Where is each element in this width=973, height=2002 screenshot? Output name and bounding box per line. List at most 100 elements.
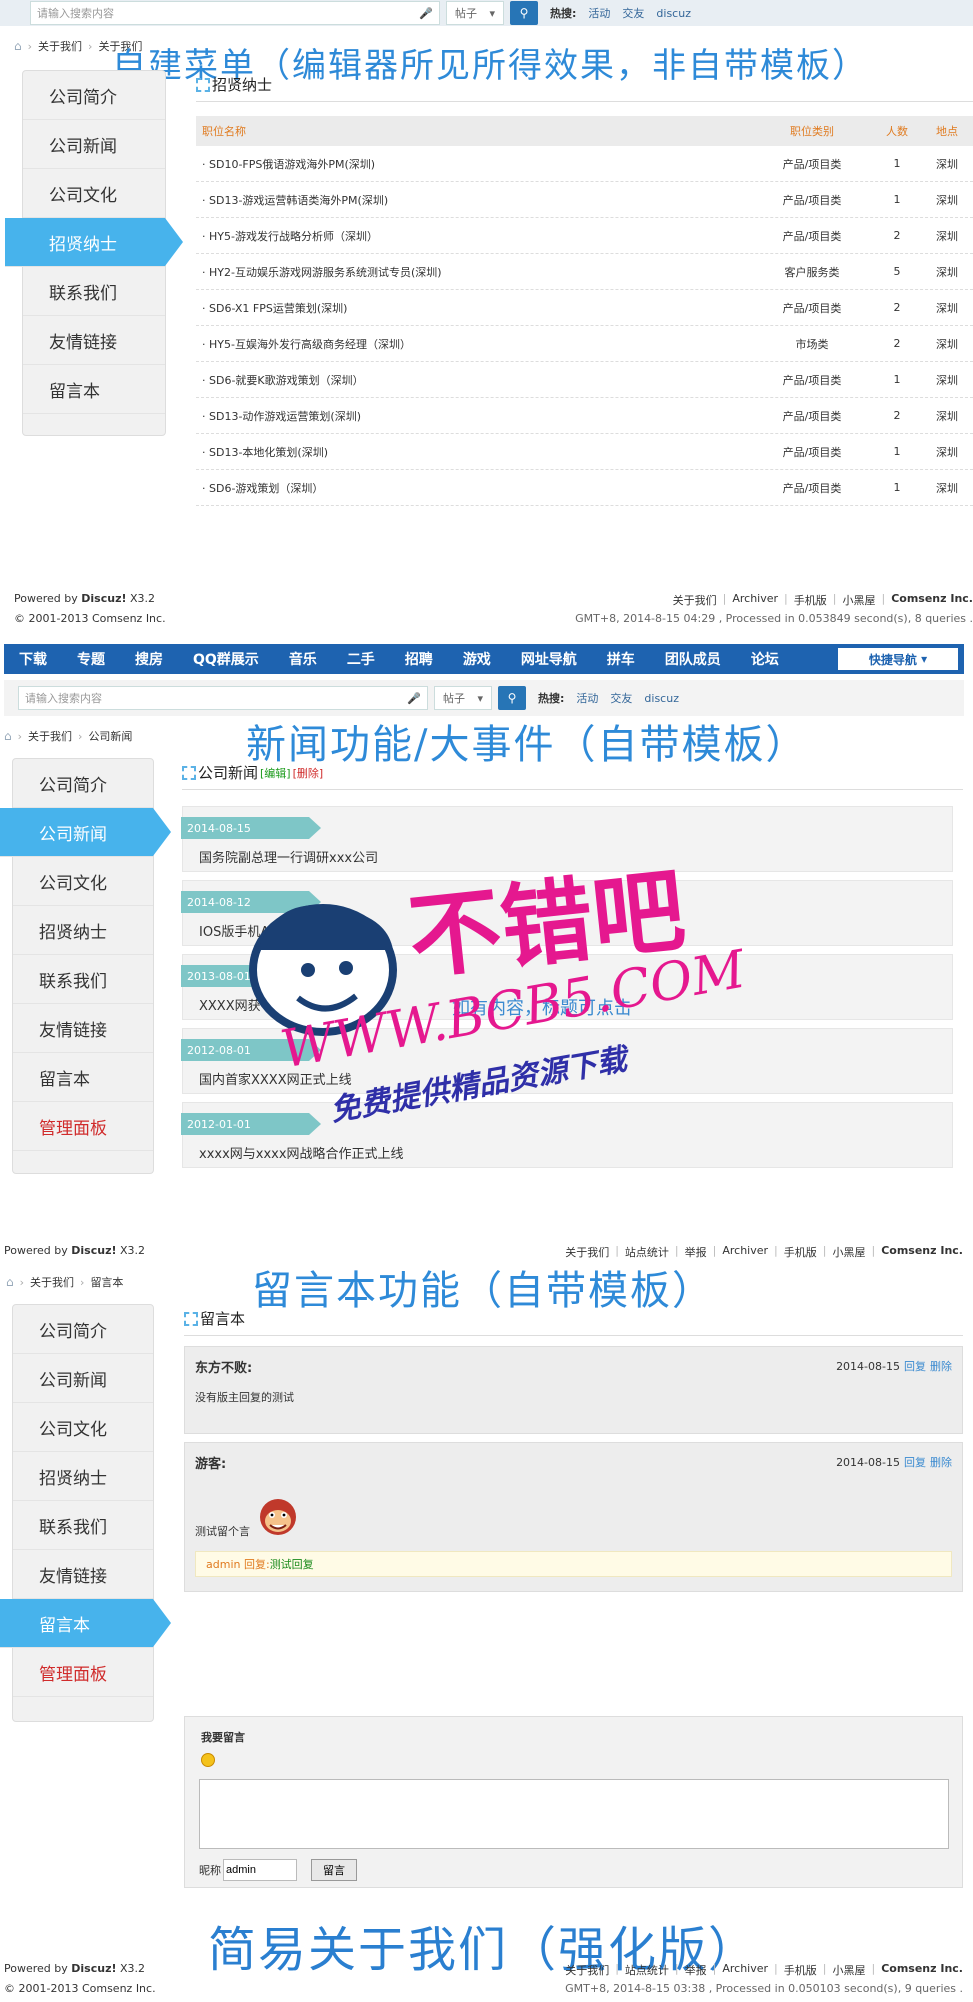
news-title[interactable]: 国内首家XXXX网正式上线: [199, 1069, 352, 1088]
sidebar-item-admin[interactable]: 管理面板: [13, 1648, 153, 1697]
nav-item[interactable]: 下载: [4, 644, 62, 674]
footer-link[interactable]: 小黑屋: [832, 1244, 865, 1260]
sidebar-item-news[interactable]: 公司新闻: [0, 808, 171, 857]
sidebar-item-guestbook[interactable]: 留言本: [0, 1599, 171, 1648]
breadcrumb-item[interactable]: 关于我们: [28, 728, 72, 744]
job-title-cell[interactable]: · HY5-游戏发行战略分析师（深圳）: [196, 228, 752, 244]
sidebar-item-jobs[interactable]: 招贤纳士: [13, 906, 153, 955]
footer-link[interactable]: 站点统计: [625, 1962, 669, 1978]
powered-brand[interactable]: Discuz!: [71, 1962, 116, 1975]
reply-link[interactable]: 回复: [904, 1456, 926, 1469]
news-item[interactable]: 2014-08-15 国务院副总理一行调研xxx公司: [181, 806, 953, 872]
news-title[interactable]: 国务院副总理一行调研xxx公司: [199, 847, 378, 866]
footer-link[interactable]: 小黑屋: [842, 592, 875, 608]
hot-link[interactable]: discuz: [656, 7, 691, 20]
sidebar-item-jobs[interactable]: 招贤纳士: [5, 218, 183, 267]
powered-brand[interactable]: Discuz!: [71, 1244, 116, 1257]
delete-link[interactable]: 删除: [930, 1456, 952, 1469]
sidebar-item-admin[interactable]: 管理面板: [13, 1102, 153, 1151]
sidebar-item-about[interactable]: 公司简介: [13, 759, 153, 808]
nav-item[interactable]: 二手: [332, 644, 390, 674]
delete-link[interactable]: [删除]: [293, 765, 324, 781]
job-title-cell[interactable]: · SD13-本地化策划(深圳): [196, 444, 752, 460]
search-button[interactable]: ⚲: [498, 686, 526, 710]
footer-link[interactable]: 关于我们: [673, 592, 717, 608]
breadcrumb-item[interactable]: 公司新闻: [88, 728, 132, 744]
sidebar-item-contact[interactable]: 联系我们: [23, 267, 165, 316]
nav-item[interactable]: 招聘: [390, 644, 448, 674]
hot-link[interactable]: 交友: [610, 690, 632, 706]
news-item[interactable]: 2012-08-01 国内首家XXXX网正式上线: [181, 1028, 953, 1094]
powered-brand[interactable]: Discuz!: [81, 592, 126, 605]
sidebar-item-links[interactable]: 友情链接: [13, 1004, 153, 1053]
footer-link[interactable]: Archiver: [732, 592, 778, 608]
home-icon[interactable]: ⌂: [14, 39, 22, 53]
table-row[interactable]: · SD6-就要K歌游戏策划（深圳） 产品/项目类 1 深圳: [196, 362, 973, 398]
sidebar-item-guestbook[interactable]: 留言本: [13, 1053, 153, 1102]
breadcrumb-item[interactable]: 关于我们: [30, 1274, 74, 1290]
footer-link[interactable]: Comsenz Inc.: [881, 1244, 963, 1260]
message-textarea[interactable]: [199, 1779, 949, 1849]
footer-link[interactable]: Comsenz Inc.: [891, 592, 973, 608]
nav-item[interactable]: QQ群展示: [178, 644, 274, 674]
job-title-cell[interactable]: · SD13-游戏运营韩语类海外PM(深圳): [196, 192, 752, 208]
nav-item[interactable]: 音乐: [274, 644, 332, 674]
sidebar-item-contact[interactable]: 联系我们: [13, 1501, 153, 1550]
sidebar-item-guestbook[interactable]: 留言本: [23, 365, 165, 414]
footer-link[interactable]: Archiver: [722, 1962, 768, 1978]
microphone-icon[interactable]: 🎤: [419, 7, 433, 20]
news-title[interactable]: XXXX网获"中国XXX贡献奖": [199, 995, 364, 1014]
sidebar-item-contact[interactable]: 联系我们: [13, 955, 153, 1004]
table-row[interactable]: · SD6-X1 FPS运营策划(深圳) 产品/项目类 2 深圳: [196, 290, 973, 326]
sidebar-item-jobs[interactable]: 招贤纳士: [13, 1452, 153, 1501]
footer-link[interactable]: 手机版: [794, 592, 827, 608]
news-item[interactable]: 2012-01-01 xxxx网与xxxx网战略合作正式上线: [181, 1102, 953, 1168]
sidebar-item-links[interactable]: 友情链接: [13, 1550, 153, 1599]
home-icon[interactable]: ⌂: [6, 1275, 14, 1289]
footer-link[interactable]: 关于我们: [565, 1962, 609, 1978]
search-input[interactable]: 请输入搜索内容 🎤: [18, 686, 428, 710]
hot-link[interactable]: discuz: [644, 692, 679, 705]
search-type-select[interactable]: 帖子 ▾: [434, 686, 492, 710]
home-icon[interactable]: ⌂: [4, 729, 12, 743]
search-button[interactable]: ⚲: [510, 1, 538, 25]
sidebar-item-links[interactable]: 友情链接: [23, 316, 165, 365]
table-row[interactable]: · SD10-FPS俄语游戏海外PM(深圳) 产品/项目类 1 深圳: [196, 146, 973, 182]
job-title-cell[interactable]: · SD10-FPS俄语游戏海外PM(深圳): [196, 156, 752, 172]
search-input[interactable]: 请输入搜索内容 🎤: [30, 1, 440, 25]
news-title[interactable]: xxxx网与xxxx网战略合作正式上线: [199, 1143, 404, 1162]
delete-link[interactable]: 删除: [930, 1360, 952, 1373]
table-row[interactable]: · HY2-互动娱乐游戏网游服务系统测试专员(深圳) 客户服务类 5 深圳: [196, 254, 973, 290]
nickname-input[interactable]: [223, 1859, 297, 1881]
footer-link[interactable]: Comsenz Inc.: [881, 1962, 963, 1978]
sidebar-item-about[interactable]: 公司简介: [23, 71, 165, 120]
quick-nav-button[interactable]: 快捷导航 ▾: [838, 648, 958, 670]
table-row[interactable]: · SD13-动作游戏运营策划(深圳) 产品/项目类 2 深圳: [196, 398, 973, 434]
edit-link[interactable]: [编辑]: [260, 765, 291, 781]
hot-link[interactable]: 活动: [576, 690, 598, 706]
nav-item[interactable]: 团队成员: [650, 644, 736, 674]
job-title-cell[interactable]: · SD6-就要K歌游戏策划（深圳）: [196, 372, 752, 388]
news-item[interactable]: 2014-08-12 IOS版手机APP上线: [181, 880, 953, 946]
footer-link[interactable]: 举报: [685, 1962, 707, 1978]
sidebar-item-news[interactable]: 公司新闻: [23, 120, 165, 169]
news-title[interactable]: IOS版手机APP上线: [199, 921, 311, 940]
table-row[interactable]: · SD13-本地化策划(深圳) 产品/项目类 1 深圳: [196, 434, 973, 470]
job-title-cell[interactable]: · SD6-X1 FPS运营策划(深圳): [196, 300, 752, 316]
table-row[interactable]: · HY5-游戏发行战略分析师（深圳） 产品/项目类 2 深圳: [196, 218, 973, 254]
emoji-icon[interactable]: [201, 1753, 215, 1767]
nav-item[interactable]: 网址导航: [506, 644, 592, 674]
nav-item[interactable]: 拼车: [592, 644, 650, 674]
search-type-select[interactable]: 帖子 ▾: [446, 1, 504, 25]
sidebar-item-culture[interactable]: 公司文化: [13, 857, 153, 906]
sidebar-item-culture[interactable]: 公司文化: [13, 1403, 153, 1452]
job-title-cell[interactable]: · SD6-游戏策划（深圳）: [196, 480, 752, 496]
submit-message-button[interactable]: 留言: [311, 1859, 357, 1881]
nav-item[interactable]: 专题: [62, 644, 120, 674]
microphone-icon[interactable]: 🎤: [407, 692, 421, 705]
footer-link[interactable]: 手机版: [784, 1962, 817, 1978]
breadcrumb-item[interactable]: 关于我们: [38, 38, 82, 54]
table-row[interactable]: · HY5-互娱海外发行高级商务经理（深圳） 市场类 2 深圳: [196, 326, 973, 362]
breadcrumb-item[interactable]: 留言本: [90, 1274, 123, 1290]
job-title-cell[interactable]: · HY2-互动娱乐游戏网游服务系统测试专员(深圳): [196, 264, 752, 280]
